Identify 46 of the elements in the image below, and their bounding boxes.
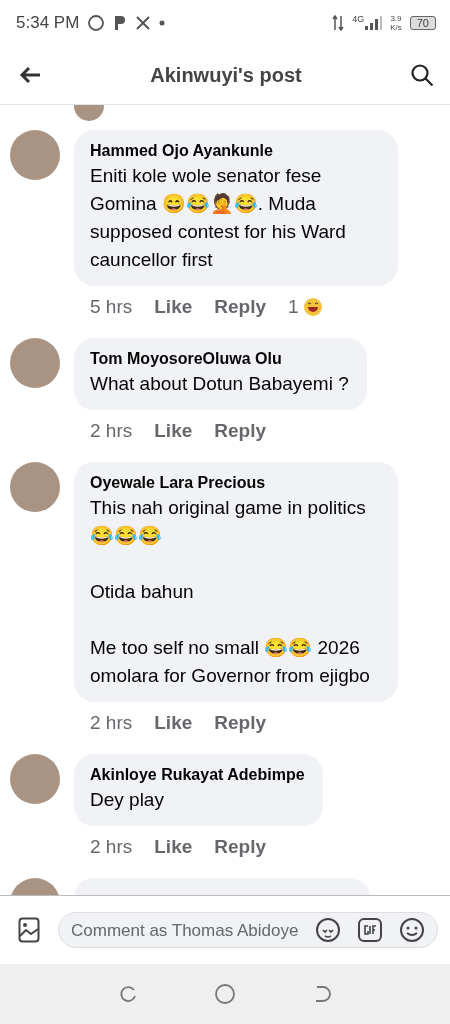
avatar[interactable] — [10, 461, 60, 512]
comment-text: Eniti kole wole senator fese Gomina 😄😂🤦😂. Muda supposed contest for his Ward cauncellor first — [90, 163, 347, 272]
network-label: 4G — [352, 14, 365, 24]
comment-time: 2 hrs — [90, 835, 133, 858]
avatar[interactable] — [10, 129, 60, 180]
reply-link[interactable]: Reply — [214, 295, 267, 318]
comment-text: This nah original game in politics 😂😂😂 Otida bahun Me too self no small 😂😂 2026 omolara for Governor from ejigbo — [90, 495, 371, 688]
commenter-name[interactable]: Hammed Ojo Ayankunle — [90, 141, 380, 160]
avatar[interactable] — [10, 337, 60, 388]
like-link[interactable]: Like — [154, 419, 193, 442]
like-link[interactable]: Like — [154, 295, 193, 318]
data-arrows-icon — [332, 15, 345, 31]
gif-icon[interactable] — [357, 917, 383, 943]
search-icon[interactable] — [410, 63, 434, 87]
like-link[interactable]: Like — [154, 711, 193, 734]
like-link[interactable]: Like — [154, 835, 193, 858]
comment-time: 2 hrs — [90, 419, 133, 442]
comment-text: Dey play — [90, 787, 165, 812]
reply-link[interactable]: Reply — [214, 711, 267, 734]
comment-time: 2 hrs — [90, 711, 133, 734]
photo-icon[interactable] — [18, 917, 40, 943]
comment-time: 5 hrs — [90, 295, 133, 318]
dot-icon — [159, 20, 166, 26]
speed-unit: K/s — [390, 23, 402, 32]
comment-text: What about Dotun Babayemi ? — [90, 371, 349, 396]
laughing-face-icon — [302, 296, 323, 317]
x-logo-icon — [135, 15, 152, 31]
smiley-icon[interactable] — [399, 917, 425, 943]
avatar-sticker-icon[interactable] — [315, 917, 341, 943]
battery-indicator: 70 — [409, 16, 436, 30]
speed-value: 3.9 — [390, 14, 402, 23]
reply-link[interactable]: Reply — [214, 835, 267, 858]
comment-input-field[interactable]: Comment as Thomas Abidoye — [58, 912, 438, 948]
home-icon[interactable] — [214, 983, 236, 1005]
commenter-name[interactable]: Akinloye Rukayat Adebimpe — [90, 765, 305, 784]
reply-link[interactable]: Reply — [214, 419, 267, 442]
recents-icon[interactable] — [118, 984, 138, 1004]
p-logo-icon — [113, 14, 128, 32]
commenter-name[interactable]: Oyewale Lara Precious — [90, 473, 380, 492]
signal-icon — [364, 16, 383, 30]
commenter-name[interactable]: Tom MoyosoreOluwa Olu — [90, 349, 349, 368]
reaction-count[interactable]: 1 — [288, 295, 299, 318]
back-arrow-icon[interactable] — [18, 65, 42, 85]
page-title: Akinwuyi's post — [149, 63, 303, 87]
status-time: 5:34 PM — [16, 13, 80, 33]
avatar[interactable] — [10, 753, 60, 804]
